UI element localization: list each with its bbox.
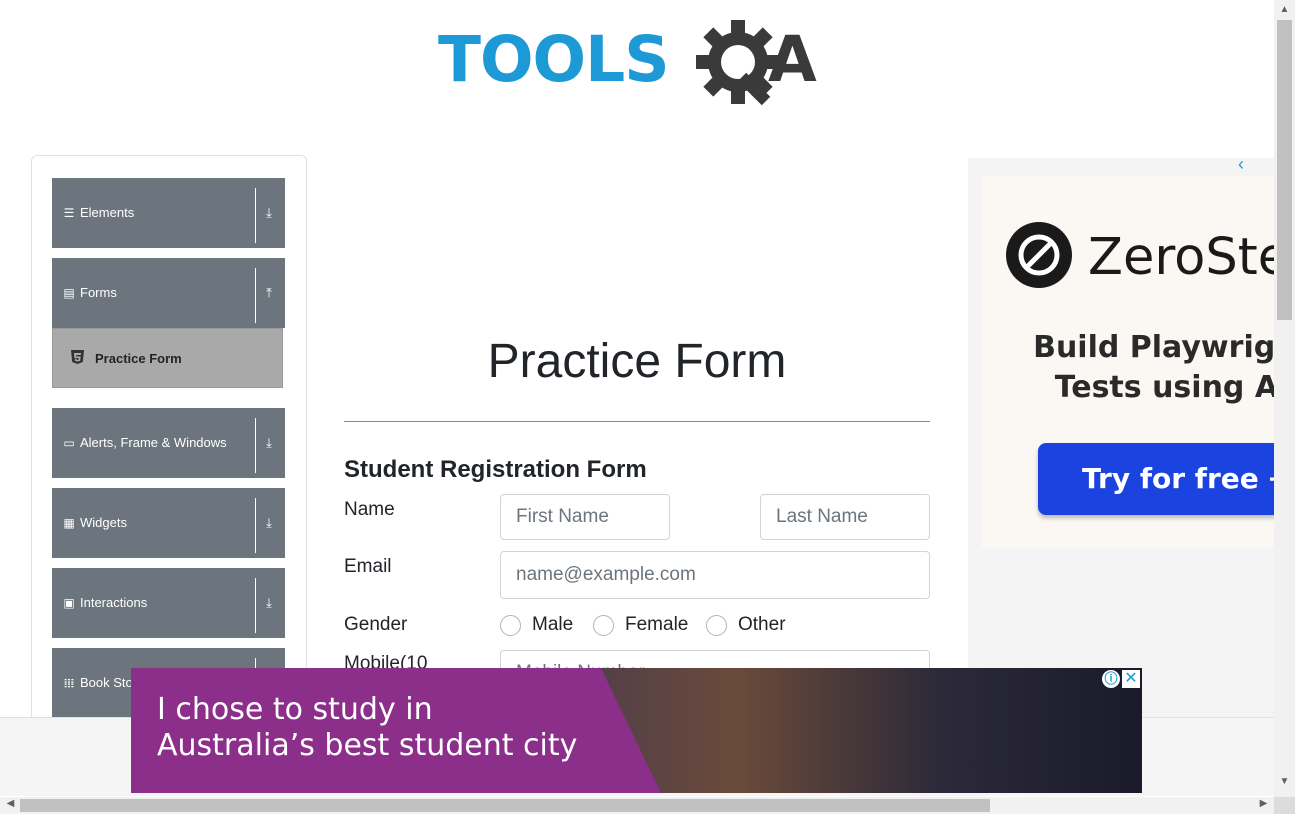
sidebar: ☰ Elements ⤓ ▤ Forms ⤒ Practice Form ▭ A… [31,155,307,757]
gender-radio-other[interactable]: Other [706,614,786,636]
sidebar-group-alerts[interactable]: ▭ Alerts, Frame & Windows ⤓ [52,408,285,478]
sidebar-group-label: Alerts, Frame & Windows [80,435,227,450]
collapse-arrow-icon[interactable]: ⤒ [260,285,278,301]
sidebar-group-interactions[interactable]: ▣ Interactions ⤓ [52,568,285,638]
expand-arrow-icon[interactable]: ⤓ [260,515,278,531]
sidebar-group-label: Elements [80,205,135,220]
vertical-scrollbar[interactable]: ▲ ▼ [1274,0,1295,797]
sidebar-item-practice-form[interactable]: Practice Form [52,328,283,388]
divider [255,418,256,473]
expand-arrow-icon[interactable]: ⤓ [260,435,278,451]
scroll-left-arrow-icon[interactable]: ◀ [0,798,21,809]
divider [255,498,256,553]
radio-label[interactable]: Other [738,614,786,636]
ad-headline-line2: Australia’s best student city [157,728,578,763]
cursor-box-icon: ▣ [63,596,75,610]
zerostep-logo-icon [1006,222,1072,288]
ad-back-chevron-icon[interactable]: ‹ [1238,154,1244,175]
radio-circle[interactable] [500,614,521,636]
sidebar-group-forms[interactable]: ▤ Forms ⤒ [52,258,285,328]
logo-text-a: A [768,23,817,96]
scroll-up-arrow-icon[interactable]: ▲ [1274,4,1295,15]
html5-icon [71,350,84,364]
email-label: Email [344,556,392,577]
sidebar-group-widgets[interactable]: ▦ Widgets ⤓ [52,488,285,558]
scroll-down-arrow-icon[interactable]: ▼ [1274,776,1295,787]
radio-circle[interactable] [593,614,614,636]
horizontal-scrollbar[interactable]: ◀ ▶ [0,797,1274,814]
first-name-input[interactable] [500,494,670,540]
gender-radio-male[interactable]: Male [500,614,573,636]
zerostep-mark-icon [1018,234,1060,276]
try-for-free-button[interactable]: Try for free → [1038,443,1274,515]
ad-tagline-line1: Build Playwright [1033,330,1274,365]
divider [255,268,256,323]
scrollbar-corner [1274,797,1295,814]
gender-radio-female[interactable]: Female [593,614,688,636]
bottom-advertisement[interactable]: I chose to study in Australia’s best stu… [131,668,1142,793]
form-title: Student Registration Form [344,456,647,483]
divider [255,188,256,243]
radio-circle[interactable] [706,614,727,636]
ad-panel: ZeroStep Build Playwright Tests using AI… [982,176,1274,548]
logo-text: TOOLS [438,23,670,96]
ad-headline: I chose to study in Australia’s best stu… [157,692,577,764]
books-icon: 𝍖 [63,676,75,690]
sidebar-group-label: Interactions [80,595,148,610]
window-icon: ▭ [63,436,75,450]
sidebar-group-label: Forms [80,285,117,300]
toolsqa-logo[interactable]: TOOLS A [438,18,842,114]
hamburger-icon: ☰ [63,206,75,220]
divider [255,578,256,633]
radio-label[interactable]: Male [532,614,573,636]
ad-close-icon[interactable]: ✕ [1122,670,1140,688]
ad-headline-line1: I chose to study in [157,692,433,727]
sidebar-group-label: Widgets [80,515,127,530]
last-name-input[interactable] [760,494,930,540]
title-divider [344,421,930,422]
scroll-right-arrow-icon[interactable]: ▶ [1253,798,1274,809]
email-input[interactable] [500,551,930,599]
radio-label[interactable]: Female [625,614,688,636]
document-icon: ▤ [63,286,75,300]
sidebar-group-elements[interactable]: ☰ Elements ⤓ [52,178,285,248]
right-advertisement[interactable]: ZeroStep Build Playwright Tests using AI… [968,158,1274,718]
expand-arrow-icon[interactable]: ⤓ [260,595,278,611]
grid-icon: ▦ [63,516,75,530]
expand-arrow-icon[interactable]: ⤓ [260,205,278,221]
sidebar-item-label: Practice Form [95,351,182,366]
ad-tagline-line2: Tests using AI [1054,370,1274,405]
horizontal-scroll-thumb[interactable] [20,799,990,812]
ad-brand-name: ZeroStep [1088,228,1274,287]
gender-label: Gender [344,614,408,635]
ad-info-icon[interactable]: ⓘ [1102,670,1120,688]
vertical-scroll-thumb[interactable] [1277,20,1292,320]
ad-tagline: Build Playwright Tests using AI [982,328,1274,408]
name-label: Name [344,499,395,520]
page-title: Practice Form [487,335,787,388]
